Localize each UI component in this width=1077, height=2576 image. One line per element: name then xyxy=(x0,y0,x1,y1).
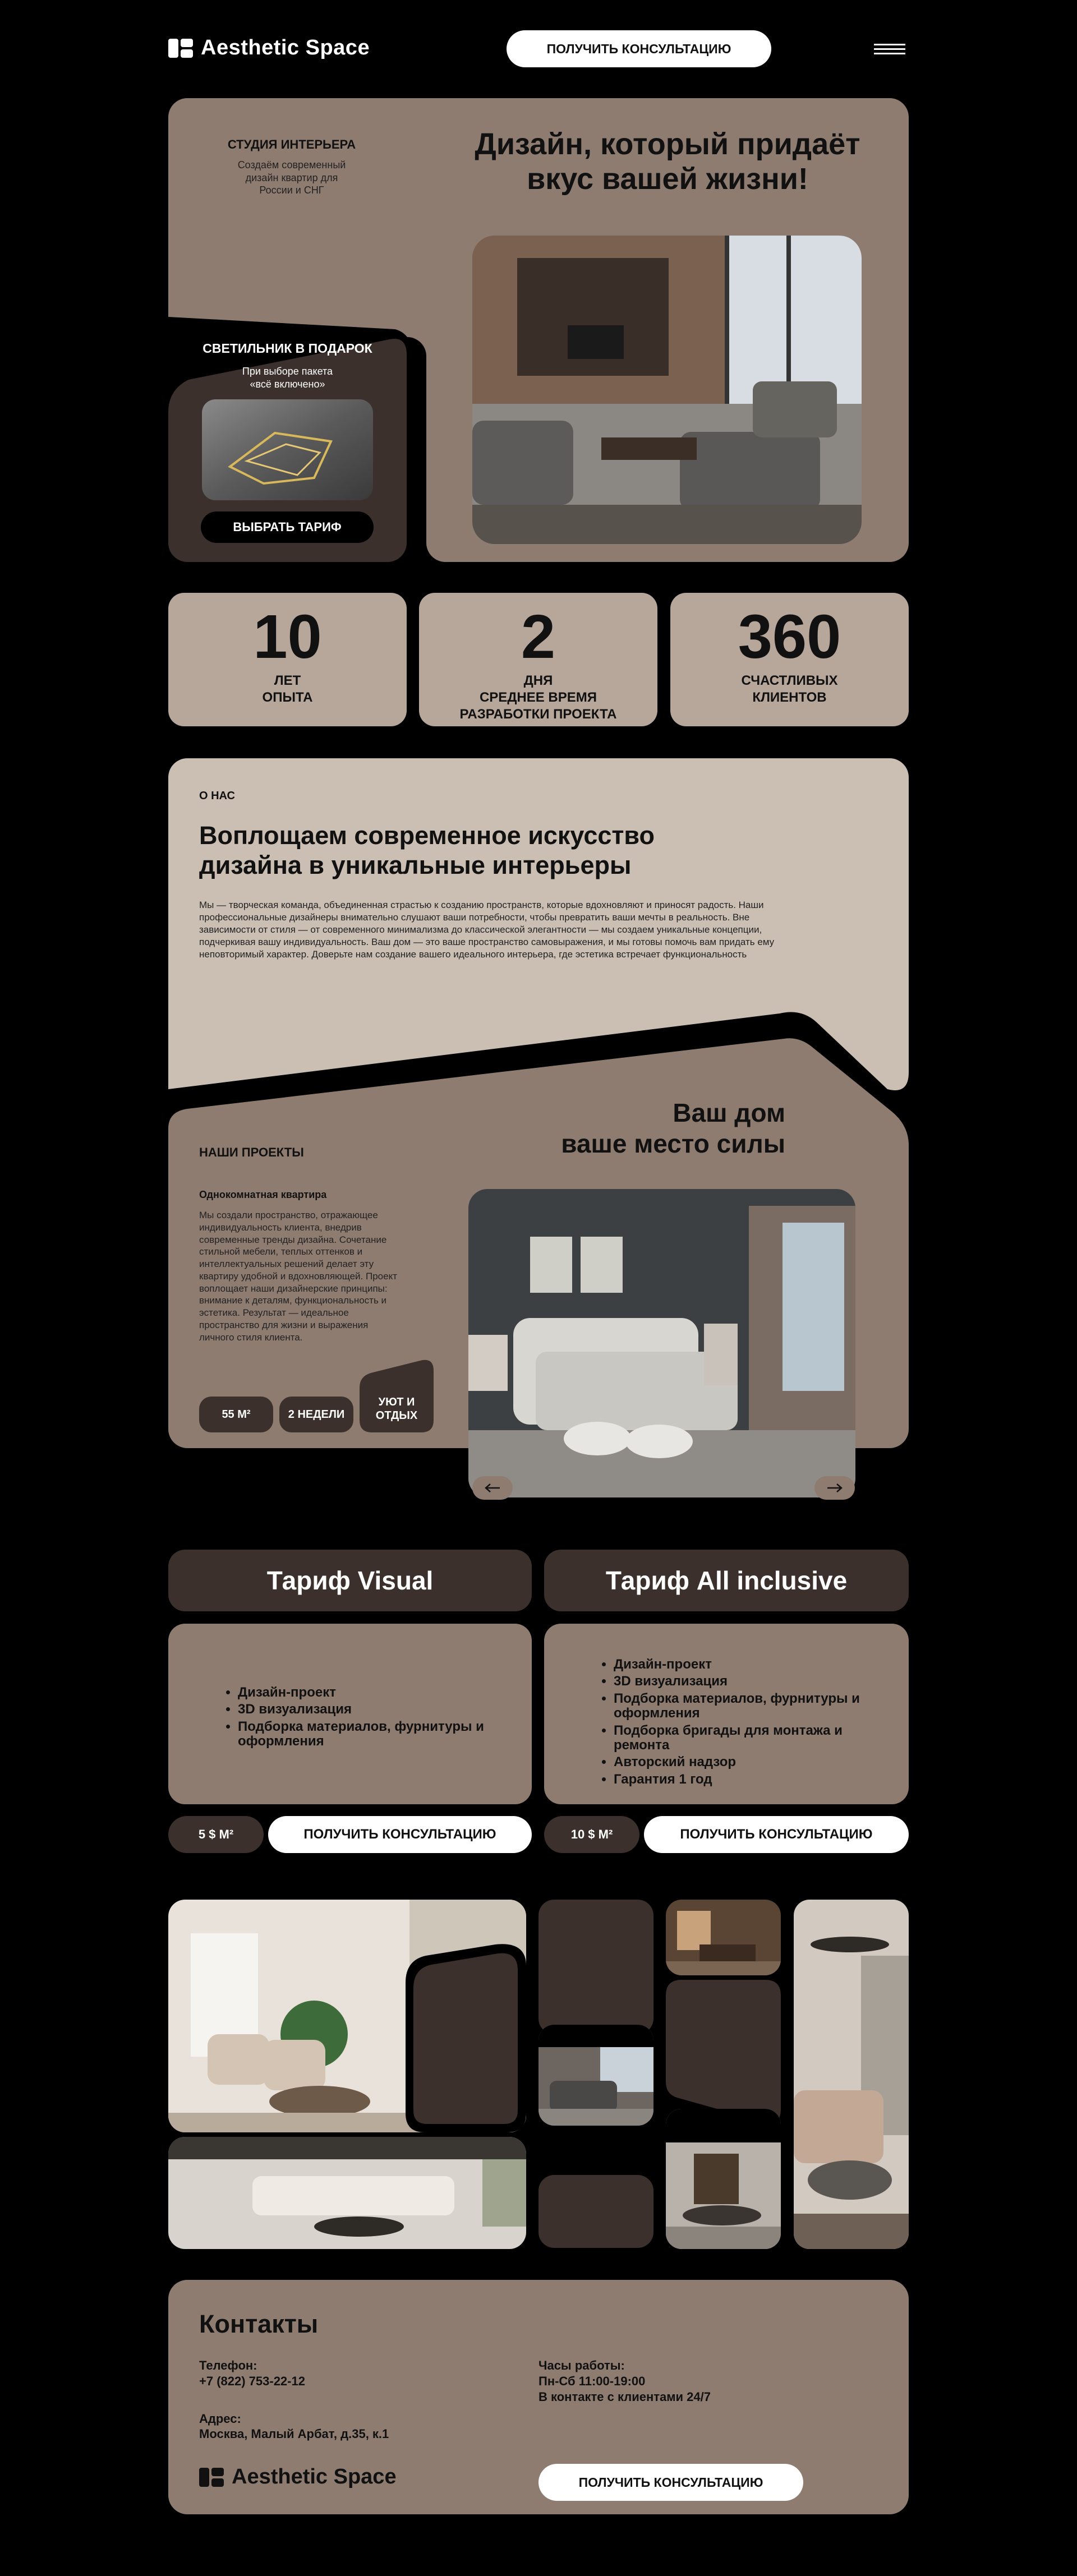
stat-value: 10 xyxy=(253,602,322,671)
gallery-image xyxy=(666,2109,781,2249)
project-title: Однокомнатная квартира xyxy=(199,1189,327,1200)
tariff-header: Тариф Visual xyxy=(168,1550,532,1611)
hero-living-room-image xyxy=(472,236,862,544)
tariff-feature: 3D визуализация xyxy=(238,1702,532,1717)
tariff-price-badge: 5 $ М² xyxy=(168,1816,264,1853)
arrow-right-icon xyxy=(827,1483,843,1492)
about-label: О НАС xyxy=(199,790,235,802)
tariff-consult-button[interactable]: ПОЛУЧИТЬ КОНСУЛЬТАЦИЮ xyxy=(644,1816,909,1853)
hamburger-icon[interactable] xyxy=(874,43,905,56)
gallery-dark-tile xyxy=(666,1980,781,2123)
choose-tariff-button[interactable]: ВЫБРАТЬ ТАРИФ xyxy=(201,511,374,543)
tariff-price-badge: 10 $ М² xyxy=(544,1816,639,1853)
gallery-image xyxy=(168,2137,526,2249)
stat-value: 360 xyxy=(738,602,841,671)
tariff-feature: Подборка бригады для монтажа и ремонта xyxy=(614,1723,860,1753)
tariff-feature: 3D визуализация xyxy=(614,1674,909,1689)
stat-label: ЛЕТ ОПЫТА xyxy=(262,673,313,705)
hours-value: Пн-Сб 11:00-19:00 xyxy=(538,2374,646,2388)
address-value: Москва, Малый Арбат, д.35, к.1 xyxy=(199,2427,389,2441)
contacts-cta-button[interactable]: ПОЛУЧИТЬ КОНСУЛЬТАЦИЮ xyxy=(538,2464,803,2501)
tariff-header: Тариф All inclusive xyxy=(544,1550,909,1611)
hours-note: В контакте с клиентами 24/7 xyxy=(538,2390,711,2404)
project-text: Мы создали пространство, отражающее инди… xyxy=(199,1210,397,1343)
tariff-feature: Дизайн-проект xyxy=(238,1685,532,1700)
stat-card: 360 СЧАСТЛИВЫХ КЛИЕНТОВ xyxy=(670,593,909,726)
tariff-feature: Дизайн-проект xyxy=(614,1657,909,1672)
brand-name: Aesthetic Space xyxy=(232,2465,397,2489)
tariff-name: Тариф Visual xyxy=(266,1566,434,1595)
hero-headline: Дизайн, который придаёт вкус вашей жизни… xyxy=(475,127,860,196)
stat-card: 2 ДНЯ СРЕДНЕЕ ВРЕМЯ РАЗРАБОТКИ ПРОЕКТА xyxy=(419,593,657,726)
tariff-features-card: Дизайн-проект 3D визуализация Подборка м… xyxy=(544,1624,909,1804)
project-bedroom-image xyxy=(468,1189,855,1497)
gallery-dark-tile xyxy=(538,2175,653,2248)
about-title: Воплощаем современное искусство дизайна … xyxy=(199,821,655,880)
project-tag: УЮТ И ОТДЫХ xyxy=(375,1396,418,1422)
contacts-title: Контакты xyxy=(199,2310,319,2338)
tariff-name: Тариф All inclusive xyxy=(605,1566,848,1595)
about-text: Мы — творческая команда, объединенная ст… xyxy=(199,900,775,960)
tariff-features-card: Дизайн-проект 3D визуализация Подборка м… xyxy=(168,1624,532,1804)
phone-value[interactable]: +7 (822) 753-22-12 xyxy=(199,2374,305,2389)
gallery-image xyxy=(666,1900,781,1975)
logo-icon xyxy=(168,38,193,58)
stat-label: СЧАСТЛИВЫХ КЛИЕНТОВ xyxy=(741,673,838,705)
tariff-feature: Подборка материалов, фурнитуры и оформле… xyxy=(614,1691,860,1721)
arrow-left-icon xyxy=(485,1483,500,1492)
tariff-feature: Авторский надзор xyxy=(614,1754,909,1769)
projects-label: НАШИ ПРОЕКТЫ xyxy=(199,1145,304,1159)
carousel-next-button[interactable] xyxy=(814,1476,855,1500)
phone-label: Телефон: xyxy=(199,2358,257,2372)
brand-name: Aesthetic Space xyxy=(201,36,370,59)
project-tag: 55 М² xyxy=(199,1397,273,1432)
tariff-feature: Гарантия 1 год xyxy=(614,1772,909,1787)
tariff-feature: Подборка материалов, фурнитуры и оформле… xyxy=(238,1719,485,1749)
projects-headline: Ваш дом ваше место силы xyxy=(561,1098,785,1159)
contacts-section: Контакты Телефон: +7 (822) 753-22-12 Адр… xyxy=(168,2280,909,2514)
gallery-dark-tile xyxy=(538,1900,653,2034)
stat-label: ДНЯ СРЕДНЕЕ ВРЕМЯ РАЗРАБОТКИ ПРОЕКТА xyxy=(459,673,617,722)
studio-subtitle: Создаём современный дизайн квартир для Р… xyxy=(237,159,346,196)
stat-card: 10 ЛЕТ ОПЫТА xyxy=(168,593,407,726)
tariff-features-list: Дизайн-проект 3D визуализация Подборка м… xyxy=(595,1657,909,1787)
studio-title: СТУДИЯ ИНТЕРЬЕРА xyxy=(227,137,356,151)
project-tag: 2 НЕДЕЛИ xyxy=(279,1397,353,1432)
promo-subtitle: При выборе пакета «всё включено» xyxy=(242,366,333,390)
promo-title: СВЕТИЛЬНИК В ПОДАРОК xyxy=(202,341,372,356)
carousel-prev-button[interactable] xyxy=(472,1476,513,1500)
brand-logo[interactable]: Aesthetic Space xyxy=(168,36,370,60)
stat-value: 2 xyxy=(521,602,556,671)
logo-icon xyxy=(199,2467,224,2487)
address-label: Адрес: xyxy=(199,2412,241,2426)
footer-brand-logo[interactable]: Aesthetic Space xyxy=(199,2465,397,2489)
tariff-features-list: Дизайн-проект 3D визуализация Подборка м… xyxy=(219,1685,532,1749)
hours-label: Часы работы: xyxy=(538,2358,625,2372)
header-cta-button[interactable]: ПОЛУЧИТЬ КОНСУЛЬТАЦИЮ xyxy=(507,30,771,67)
lamp-gift-image xyxy=(202,399,373,500)
gallery-dark-tile xyxy=(406,1944,526,2132)
tariff-consult-button[interactable]: ПОЛУЧИТЬ КОНСУЛЬТАЦИЮ xyxy=(268,1816,532,1853)
gallery-image xyxy=(794,1900,909,2249)
gallery-image xyxy=(538,2025,653,2126)
